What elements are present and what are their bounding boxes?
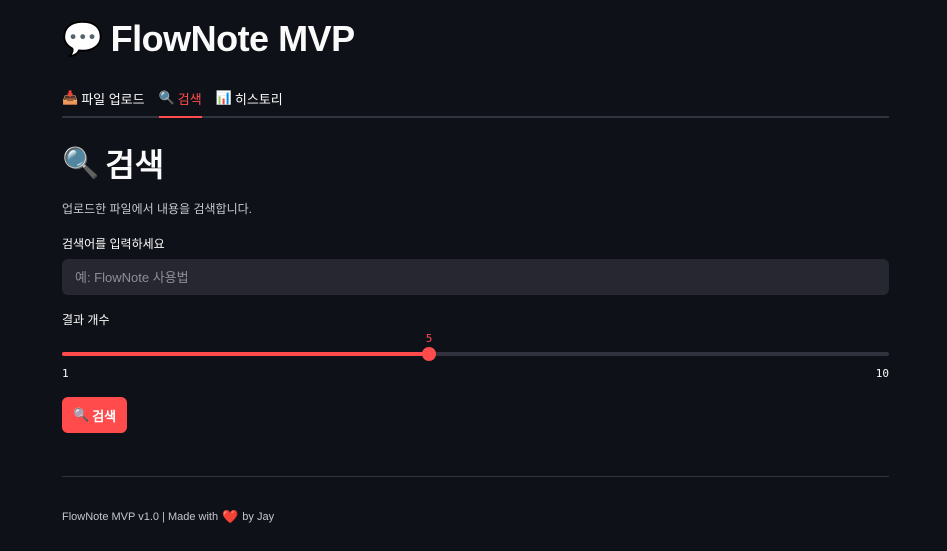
app-title-text: FlowNote MVP (110, 18, 356, 59)
tab-label: 검색 (177, 91, 202, 107)
tab-bar: 📥 파일 업로드 🔍 검색 📊 히스토리 (62, 80, 889, 118)
slider-max-label: 10 (875, 367, 889, 380)
slider-fill (62, 352, 429, 356)
footer-suffix: by Jay (242, 511, 275, 523)
tab-label: 파일 업로드 (81, 91, 145, 107)
streamlit-app: 💬 FlowNote MVP 📥 파일 업로드 🔍 검색 📊 히스토리 🔍 검색… (0, 0, 947, 551)
slider-thumb[interactable] (422, 347, 436, 361)
magnifier-icon: 🔍 (62, 146, 100, 180)
search-input[interactable] (62, 259, 889, 295)
tab-search[interactable]: 🔍 검색 (158, 80, 202, 118)
search-button-label: 검색 (92, 408, 117, 424)
bar-chart-icon: 📊 (215, 90, 232, 105)
magnifier-icon: 🔍 (73, 407, 90, 422)
speech-balloon-icon: 💬 (62, 19, 103, 57)
magnifier-icon: 🔍 (158, 90, 175, 105)
footer: FlowNote MVP v1.0 | Made with ❤️ by Jay (62, 509, 274, 525)
search-button[interactable]: 🔍 검색 (62, 397, 128, 433)
slider-min-label: 1 (62, 367, 69, 380)
tab-label: 히스토리 (234, 91, 283, 107)
inbox-tray-icon: 📥 (62, 90, 79, 105)
page-title: 🔍 검색 (62, 140, 164, 186)
page-caption: 업로드한 파일에서 내용을 검색합니다. (62, 202, 252, 216)
heart-icon: ❤️ (222, 509, 239, 524)
tab-file-upload[interactable]: 📥 파일 업로드 (62, 80, 145, 116)
page-title-text: 검색 (105, 147, 165, 183)
slider-value: 5 (425, 332, 433, 345)
search-query-label: 검색어를 입력하세요 (62, 237, 165, 251)
result-count-label: 결과 개수 (62, 313, 110, 327)
tab-history[interactable]: 📊 히스토리 (216, 80, 283, 116)
result-count-slider[interactable] (62, 352, 889, 356)
footer-prefix: FlowNote MVP v1.0 | Made with (62, 511, 219, 523)
footer-divider (62, 476, 889, 477)
app-title: 💬 FlowNote MVP (62, 18, 355, 60)
